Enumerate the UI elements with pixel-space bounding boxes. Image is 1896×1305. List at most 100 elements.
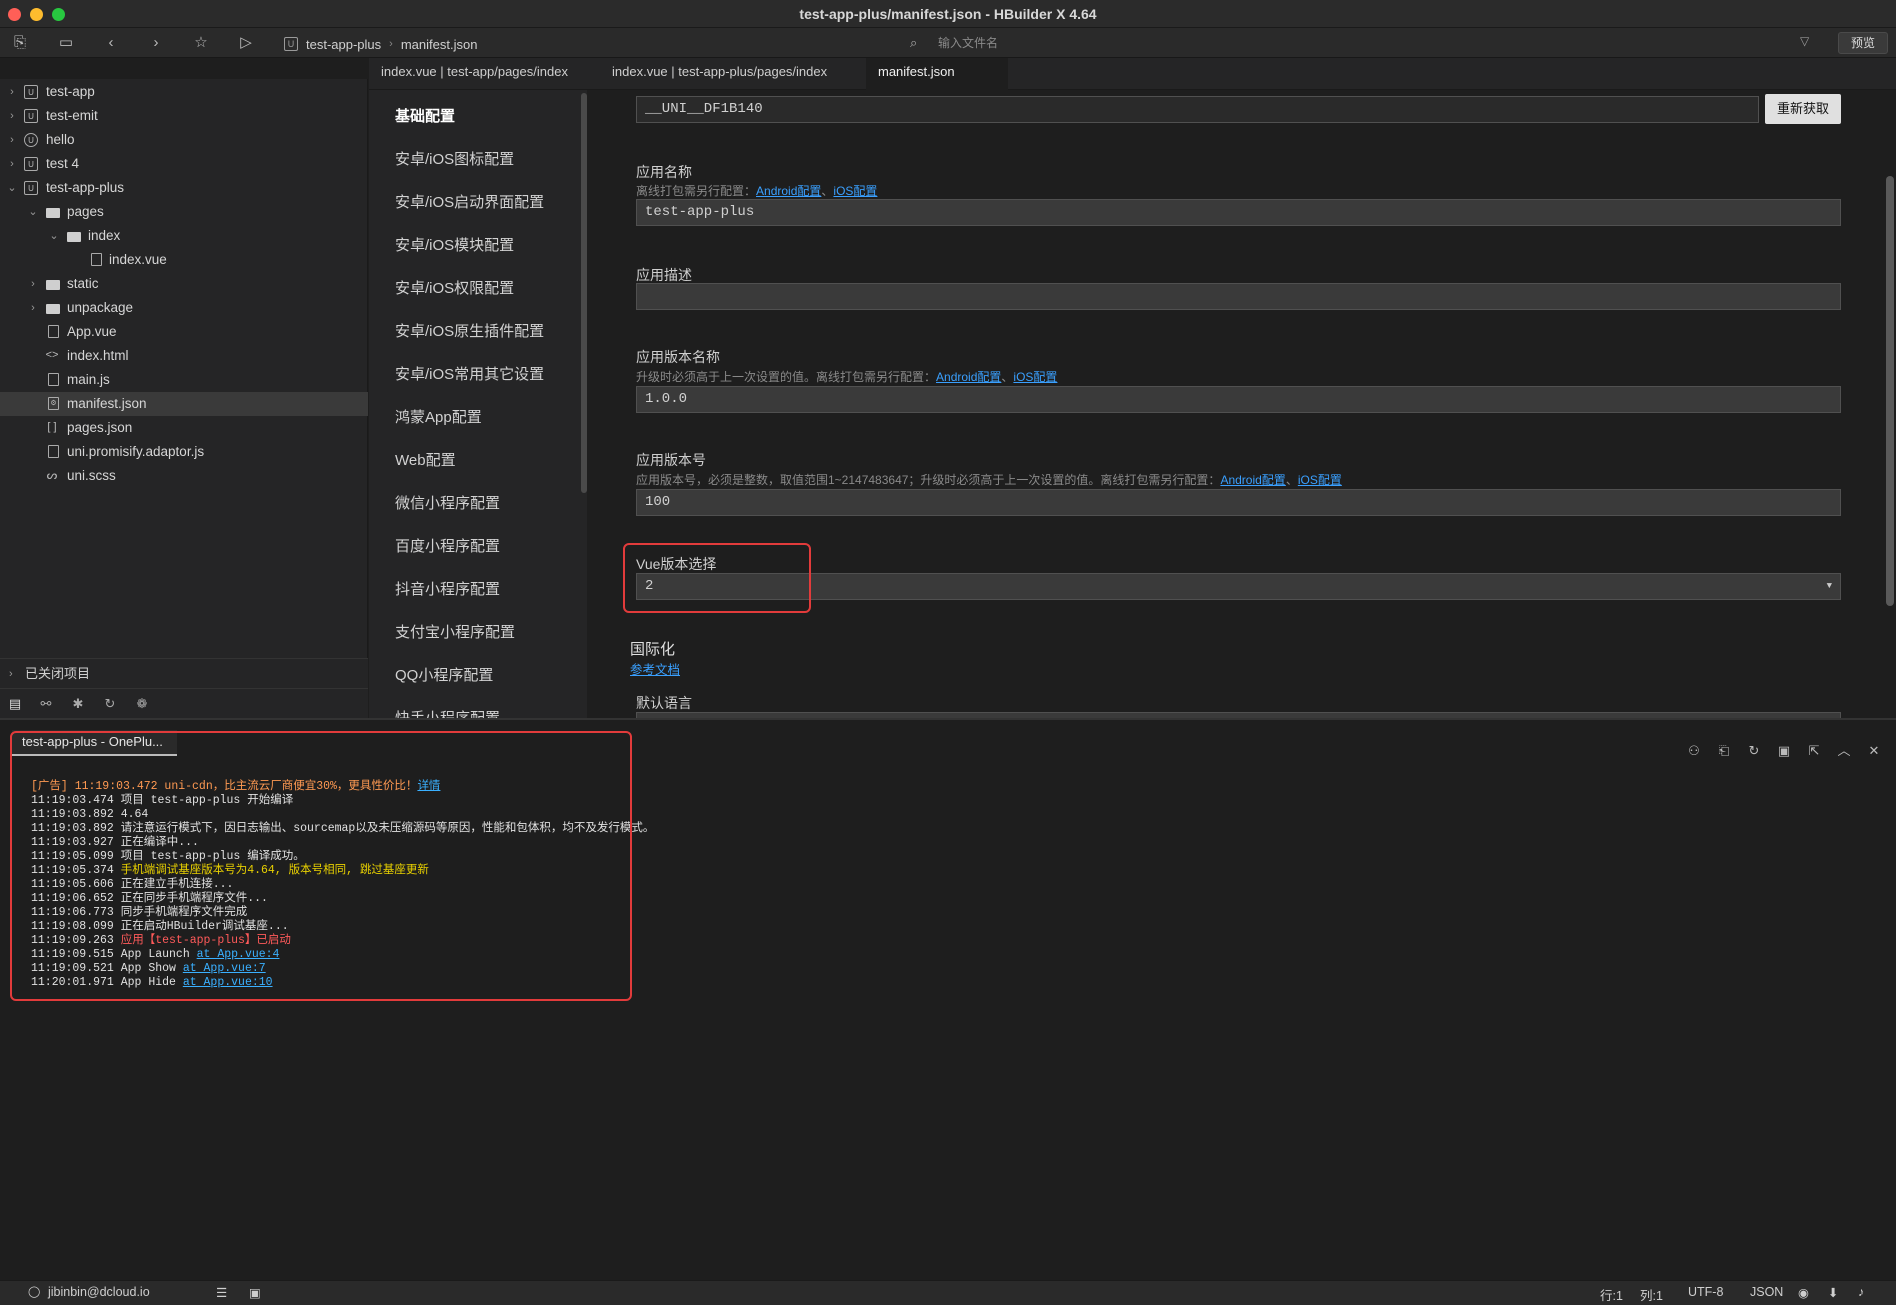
chevron-down-icon[interactable]: ⌄ bbox=[48, 224, 60, 248]
version-code-label: 应用版本号 bbox=[636, 452, 706, 468]
tree-item-index-html[interactable]: <> index.html bbox=[0, 344, 368, 368]
outline-icon[interactable]: ☰ bbox=[216, 1285, 227, 1300]
ios-config-link[interactable]: iOS配置 bbox=[1013, 370, 1057, 384]
nav-baidu-config[interactable]: 百度小程序配置 bbox=[395, 535, 500, 556]
tree-item-unpackage[interactable]: › unpackage bbox=[0, 296, 368, 320]
tree-item-static[interactable]: › static bbox=[0, 272, 368, 296]
nav-basic-config[interactable]: 基础配置 bbox=[395, 105, 455, 126]
config-nav-scrollbar[interactable] bbox=[581, 93, 587, 493]
android-config-link[interactable]: Android配置 bbox=[936, 370, 1001, 384]
new-file-icon[interactable]: ⎘ bbox=[10, 33, 30, 53]
tree-item-uni-scss[interactable]: ᔕ uni.scss bbox=[0, 464, 368, 488]
form-scrollbar[interactable] bbox=[1886, 176, 1894, 606]
tree-item-test-app[interactable]: › U test-app bbox=[0, 80, 368, 104]
tree-item-index-vue[interactable]: index.vue bbox=[0, 248, 368, 272]
tab-index-vue-test-app[interactable]: index.vue | test-app/pages/index bbox=[369, 58, 580, 90]
nav-web-config[interactable]: Web配置 bbox=[395, 449, 456, 470]
nav-harmony-config[interactable]: 鸿蒙App配置 bbox=[395, 406, 482, 427]
chevron-down-icon[interactable]: ⌄ bbox=[6, 176, 18, 200]
chevron-right-icon[interactable]: › bbox=[6, 80, 18, 104]
cursor-line[interactable]: 行:1 bbox=[1600, 1285, 1623, 1304]
chevron-right-icon[interactable]: › bbox=[27, 296, 39, 320]
preview-button[interactable]: 预览 bbox=[1838, 32, 1888, 54]
chevron-right-icon[interactable]: › bbox=[6, 128, 18, 152]
nav-weixin-config[interactable]: 微信小程序配置 bbox=[395, 492, 500, 513]
back-icon[interactable]: ‹ bbox=[101, 33, 121, 53]
star-icon[interactable]: ☆ bbox=[191, 33, 211, 53]
android-config-link[interactable]: Android配置 bbox=[1220, 473, 1285, 487]
bell-icon[interactable]: ♪ bbox=[1858, 1285, 1864, 1299]
project-manager-icon[interactable]: ▤ bbox=[6, 695, 24, 713]
tree-item-pages-json[interactable]: [ ] pages.json bbox=[0, 416, 368, 440]
tree-item-test-emit[interactable]: › U test-emit bbox=[0, 104, 368, 128]
reference-doc-link[interactable]: 参考文档 bbox=[630, 663, 680, 677]
language-mode[interactable]: JSON bbox=[1750, 1285, 1783, 1299]
breadcrumb: U test-app-plus › manifest.json bbox=[284, 35, 477, 53]
tree-item-manifest-json[interactable]: ⚙ manifest.json bbox=[0, 392, 368, 416]
android-config-link[interactable]: Android配置 bbox=[756, 184, 821, 198]
nav-icon-config[interactable]: 安卓/iOS图标配置 bbox=[395, 148, 514, 169]
tree-item-pages[interactable]: ⌄ pages bbox=[0, 200, 368, 224]
ios-config-link[interactable]: iOS配置 bbox=[833, 184, 877, 198]
stop-icon[interactable]: ▣ bbox=[1775, 742, 1793, 760]
run-icon[interactable]: ▷ bbox=[236, 33, 256, 53]
filter-icon[interactable]: ▽ bbox=[1800, 34, 1809, 48]
bug-icon[interactable]: ✱ bbox=[69, 695, 87, 713]
appid-field[interactable]: __UNI__DF1B140 bbox=[636, 96, 1759, 123]
nav-alipay-config[interactable]: 支付宝小程序配置 bbox=[395, 621, 515, 642]
open-log-icon[interactable]: ⎗ bbox=[1715, 742, 1733, 760]
version-code-input[interactable]: 100 bbox=[636, 489, 1841, 516]
close-panel-icon[interactable]: ✕ bbox=[1865, 742, 1883, 760]
encoding-indicator[interactable]: UTF-8 bbox=[1688, 1285, 1723, 1299]
tree-item-test-4[interactable]: › U test 4 bbox=[0, 152, 368, 176]
maximize-panel-icon[interactable]: ︿ bbox=[1835, 742, 1853, 760]
nav-splash-config[interactable]: 安卓/iOS启动界面配置 bbox=[395, 191, 544, 212]
nav-permission-config[interactable]: 安卓/iOS权限配置 bbox=[395, 277, 514, 298]
restart-icon[interactable]: ↻ bbox=[1745, 742, 1763, 760]
nav-qq-config[interactable]: QQ小程序配置 bbox=[395, 664, 493, 685]
nav-douyin-config[interactable]: 抖音小程序配置 bbox=[395, 578, 500, 599]
chevron-right-icon[interactable]: › bbox=[9, 659, 13, 689]
download-icon[interactable]: ⬇ bbox=[1828, 1285, 1838, 1300]
version-name-input[interactable]: 1.0.0 bbox=[636, 386, 1841, 413]
breadcrumb-file[interactable]: manifest.json bbox=[401, 37, 478, 52]
stop-debug-icon[interactable]: ⚇ bbox=[1685, 742, 1703, 760]
refetch-appid-button[interactable]: 重新获取 bbox=[1765, 94, 1841, 124]
tab-index-vue-test-app-plus[interactable]: index.vue | test-app-plus/pages/index bbox=[600, 58, 839, 90]
nav-other-settings[interactable]: 安卓/iOS常用其它设置 bbox=[395, 363, 544, 384]
ios-config-link[interactable]: iOS配置 bbox=[1298, 473, 1342, 487]
save-icon[interactable]: ▭ bbox=[56, 33, 76, 53]
chevron-right-icon[interactable]: › bbox=[6, 104, 18, 128]
vue-version-select[interactable]: 2 ▼ bbox=[636, 573, 1841, 600]
app-name-input[interactable]: test-app-plus bbox=[636, 199, 1841, 226]
chevron-down-icon[interactable]: ⌄ bbox=[27, 200, 39, 224]
tree-item-test-app-plus[interactable]: ⌄ U test-app-plus bbox=[0, 176, 368, 200]
forward-icon[interactable]: › bbox=[146, 33, 166, 53]
tree-item-app-vue[interactable]: App.vue bbox=[0, 320, 368, 344]
user-account[interactable]: jibinbin@dcloud.io bbox=[48, 1285, 150, 1299]
closed-projects-section[interactable]: › 已关闭项目 bbox=[0, 658, 368, 688]
tree-item-hello[interactable]: › U hello bbox=[0, 128, 368, 152]
hint-text: 应用版本号，必须是整数，取值范围1~2147483647；升级时必须高于上一次设… bbox=[636, 473, 1221, 487]
nav-module-config[interactable]: 安卓/iOS模块配置 bbox=[395, 234, 514, 255]
nav-native-plugin-config[interactable]: 安卓/iOS原生插件配置 bbox=[395, 320, 544, 341]
binoculars-icon[interactable]: ⚯ bbox=[37, 695, 55, 713]
file-search-input[interactable] bbox=[938, 33, 1718, 53]
terminal-icon[interactable]: ▣ bbox=[249, 1285, 261, 1300]
plugin-icon[interactable]: ❁ bbox=[133, 695, 151, 713]
cloud-refresh-icon[interactable]: ↻ bbox=[101, 695, 119, 713]
chat-icon[interactable]: ◉ bbox=[1798, 1285, 1809, 1300]
breadcrumb-project[interactable]: test-app-plus bbox=[306, 37, 381, 52]
export-log-icon[interactable]: ⇱ bbox=[1805, 742, 1823, 760]
nav-kuaishou-config[interactable]: 快手小程序配置 bbox=[395, 707, 500, 718]
tree-item-uni-promisify[interactable]: uni.promisify.adaptor.js bbox=[0, 440, 368, 464]
chevron-right-icon[interactable]: › bbox=[6, 152, 18, 176]
app-desc-input[interactable] bbox=[636, 283, 1841, 310]
dropdown-arrow-icon: ▼ bbox=[1826, 581, 1832, 591]
tree-item-index-folder[interactable]: ⌄ index bbox=[0, 224, 368, 248]
cursor-column[interactable]: 列:1 bbox=[1640, 1285, 1663, 1304]
i18n-doc: 参考文档 bbox=[630, 659, 680, 678]
chevron-right-icon[interactable]: › bbox=[27, 272, 39, 296]
tab-manifest-json[interactable]: manifest.json bbox=[866, 58, 1008, 90]
tree-item-main-js[interactable]: main.js bbox=[0, 368, 368, 392]
